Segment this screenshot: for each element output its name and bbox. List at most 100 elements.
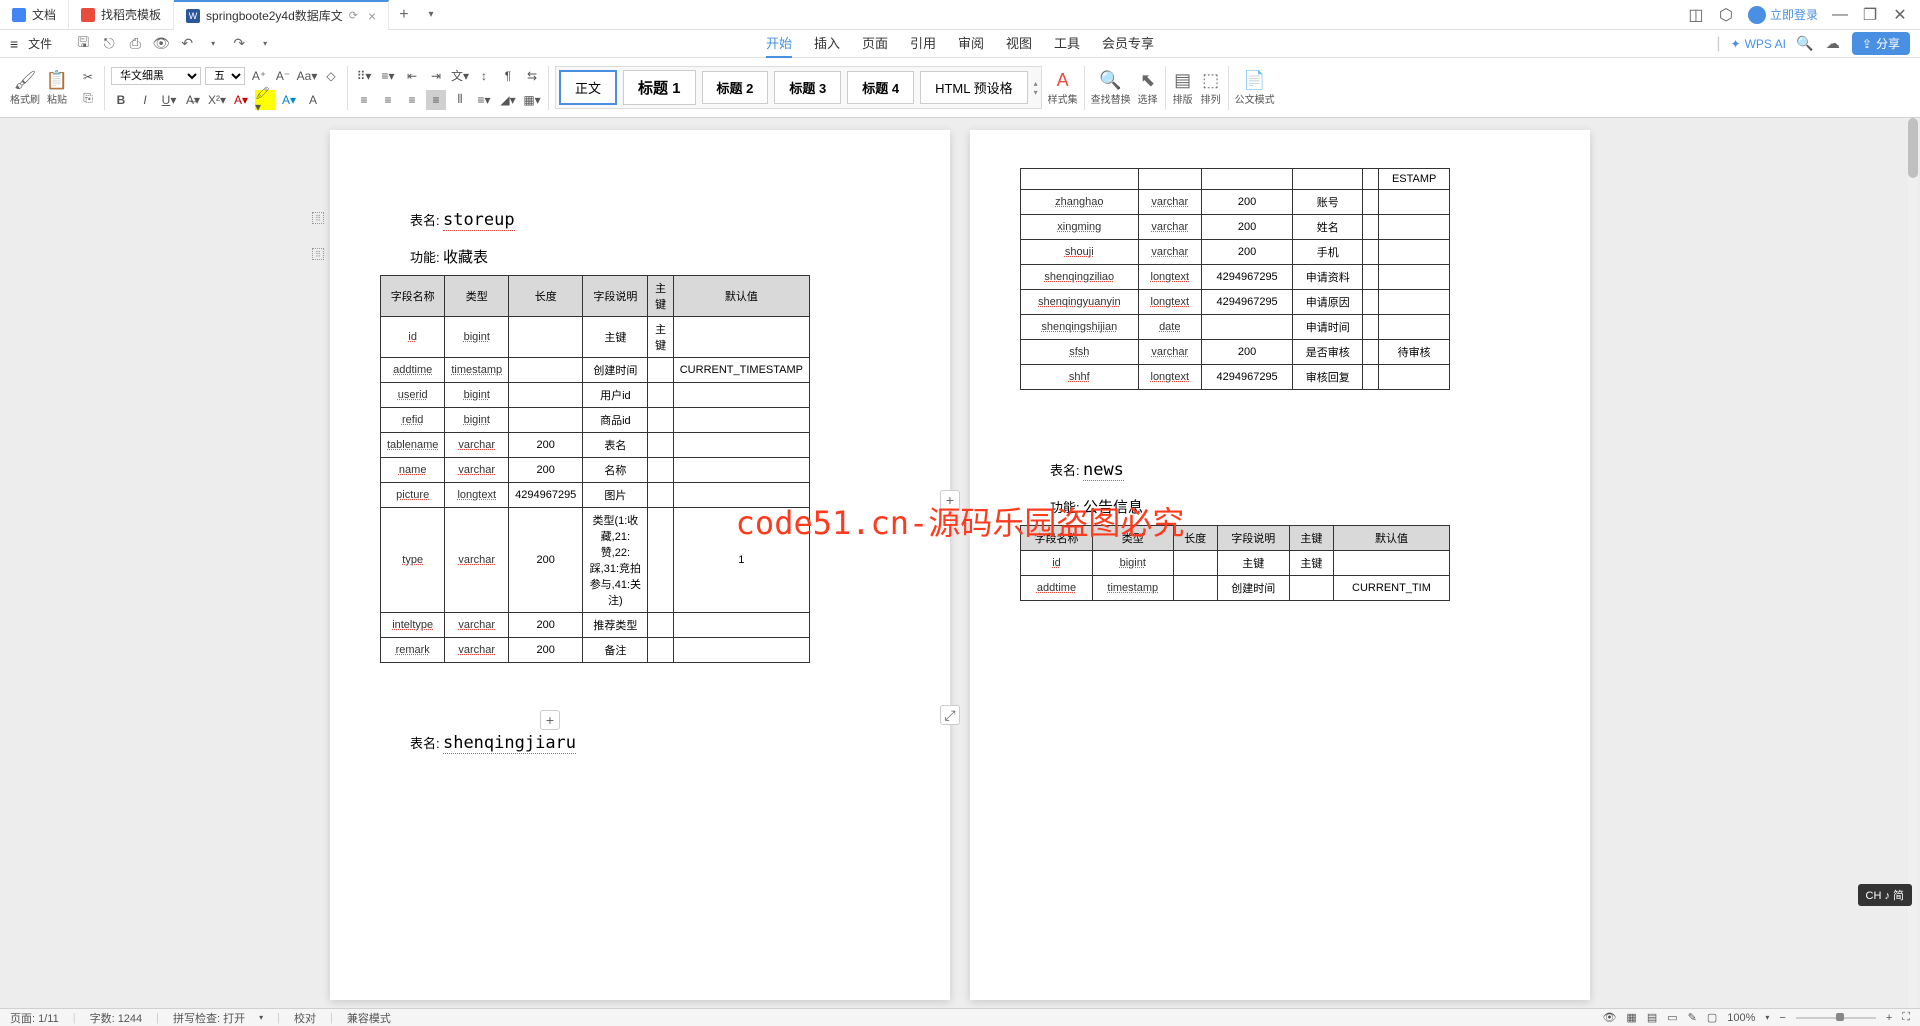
table-cell[interactable] <box>1363 290 1379 315</box>
table-cell[interactable] <box>648 433 673 458</box>
table-cell[interactable] <box>648 638 673 663</box>
view-mode-2-icon[interactable]: ▤ <box>1647 1011 1657 1024</box>
table-row[interactable]: shenqingyuanyinlongtext4294967295申请原因 <box>1021 290 1450 315</box>
increase-font-icon[interactable]: A⁺ <box>249 66 269 86</box>
table-cell[interactable]: picture <box>381 483 445 508</box>
table-cell[interactable] <box>673 483 809 508</box>
table-row[interactable]: idbigint主键主键 <box>381 317 810 358</box>
table-cell[interactable]: shenqingshijian <box>1021 315 1139 340</box>
menu-tab-tools[interactable]: 工具 <box>1054 29 1080 58</box>
redo-dropdown[interactable]: ▾ <box>256 35 274 53</box>
table-cell[interactable]: 申请资料 <box>1293 265 1363 290</box>
minimize-button[interactable]: — <box>1832 7 1848 23</box>
table-cell[interactable]: varchar <box>445 613 509 638</box>
vertical-scrollbar[interactable] <box>1908 118 1918 1008</box>
preview-icon[interactable]: 👁 <box>152 35 170 53</box>
table-cell[interactable]: shouji <box>1021 240 1139 265</box>
tab-icon[interactable]: ⇆ <box>522 66 542 86</box>
paste-button[interactable]: 📋 粘贴 <box>46 69 68 106</box>
table-cell[interactable]: 手机 <box>1293 240 1363 265</box>
style-h4[interactable]: 标题 4 <box>847 71 914 104</box>
table-cell[interactable]: 是否审核 <box>1293 340 1363 365</box>
table-cell[interactable] <box>1379 315 1450 340</box>
table-cell[interactable]: shenqingziliao <box>1021 265 1139 290</box>
table-cell[interactable] <box>1138 169 1201 190</box>
db-table-storeup[interactable]: 字段名称类型长度字段说明主键默认值idbigint主键主键addtimetime… <box>380 275 810 663</box>
table-cell[interactable] <box>648 613 673 638</box>
table-cell[interactable]: 账号 <box>1293 190 1363 215</box>
table-cell[interactable]: longtext <box>1138 290 1201 315</box>
table-cell[interactable] <box>1379 365 1450 390</box>
style-h1[interactable]: 标题 1 <box>623 70 696 105</box>
table-cell[interactable] <box>1363 215 1379 240</box>
view-mode-4-icon[interactable]: ✎ <box>1688 1011 1697 1024</box>
table-cell[interactable]: 200 <box>1201 190 1292 215</box>
wps-ai-button[interactable]: ✦ WPS AI <box>1731 37 1786 51</box>
find-replace-button[interactable]: 🔍 查找替换 <box>1091 69 1131 106</box>
table-cell[interactable]: 名称 <box>583 458 648 483</box>
table-row[interactable]: namevarchar200名称 <box>381 458 810 483</box>
undo-dropdown[interactable]: ▾ <box>204 35 222 53</box>
table-cell[interactable]: 创建时间 <box>583 358 648 383</box>
style-h3[interactable]: 标题 3 <box>774 71 841 104</box>
table-cell[interactable]: 备注 <box>583 638 648 663</box>
undo-icon[interactable]: ↶ <box>178 35 196 53</box>
table-row[interactable]: shenqingziliaolongtext4294967295申请资料 <box>1021 265 1450 290</box>
table-row[interactable]: addtimetimestamp创建时间CURRENT_TIM <box>1021 576 1450 601</box>
tab-current-doc[interactable]: W springboote2y4d数据库文 ⟳ × <box>174 0 389 30</box>
table-cell[interactable] <box>1363 190 1379 215</box>
table-row[interactable]: tablenamevarchar200表名 <box>381 433 810 458</box>
text-direction-icon[interactable]: 文▾ <box>450 66 470 86</box>
table-cell[interactable]: bigint <box>445 408 509 433</box>
table-cell[interactable]: 1 <box>673 508 809 613</box>
bold-button[interactable]: B <box>111 90 131 110</box>
table-cell[interactable]: varchar <box>445 638 509 663</box>
table-row[interactable]: useridbigint用户id <box>381 383 810 408</box>
scrollbar-thumb[interactable] <box>1908 118 1918 178</box>
table-cell[interactable]: addtime <box>381 358 445 383</box>
increase-indent-icon[interactable]: ⇥ <box>426 66 446 86</box>
table-cell[interactable] <box>648 408 673 433</box>
menu-tab-review[interactable]: 审阅 <box>958 29 984 58</box>
table-cell[interactable] <box>1379 215 1450 240</box>
login-button[interactable]: 立即登录 <box>1748 6 1818 24</box>
view-mode-5-icon[interactable]: ▢ <box>1707 1011 1717 1024</box>
menu-tab-member[interactable]: 会员专享 <box>1102 29 1154 58</box>
table-cell[interactable]: type <box>381 508 445 613</box>
table-cell[interactable]: varchar <box>1138 215 1201 240</box>
table-cell[interactable]: 200 <box>509 508 583 613</box>
table-row[interactable]: xingmingvarchar200姓名 <box>1021 215 1450 240</box>
table-row[interactable]: sfshvarchar200是否审核待审核 <box>1021 340 1450 365</box>
table-row[interactable]: typevarchar200类型(1:收藏,21:赞,22:踩,31:竞拍参与,… <box>381 508 810 613</box>
word-count[interactable]: 字数: 1244 <box>90 1010 143 1026</box>
table-cell[interactable]: 200 <box>509 613 583 638</box>
table-row[interactable]: shenqingshijiandate申请时间 <box>1021 315 1450 340</box>
table-cell[interactable] <box>509 408 583 433</box>
add-row-button[interactable]: + <box>540 710 560 730</box>
font-size-select[interactable]: 五号 <box>205 67 245 85</box>
close-button[interactable]: ✕ <box>1892 7 1908 23</box>
spellcheck-status[interactable]: 拼写检查: 打开 <box>173 1010 245 1026</box>
table-cell[interactable]: 类型(1:收藏,21:赞,22:踩,31:竞拍参与,41:关注) <box>583 508 648 613</box>
table-cell[interactable]: 推荐类型 <box>583 613 648 638</box>
table-cell[interactable]: userid <box>381 383 445 408</box>
table-cell[interactable] <box>1333 551 1449 576</box>
border-icon[interactable]: ▦▾ <box>522 90 542 110</box>
view-mode-3-icon[interactable]: ▭ <box>1667 1011 1677 1024</box>
table-row[interactable]: shoujivarchar200手机 <box>1021 240 1450 265</box>
link-icon[interactable]: ⎋ <box>100 35 118 53</box>
style-set-button[interactable]: A 样式集 <box>1048 69 1078 106</box>
table-cell[interactable] <box>509 317 583 358</box>
table-cell[interactable]: 主键 <box>583 317 648 358</box>
table-cell[interactable] <box>1363 169 1379 190</box>
align-right-icon[interactable]: ≡ <box>402 90 422 110</box>
table-cell[interactable]: shenqingyuanyin <box>1021 290 1139 315</box>
align-justify-icon[interactable]: ≡ <box>426 90 446 110</box>
arrange-button[interactable]: ⬚ 排列 <box>1200 69 1222 106</box>
table-cell[interactable] <box>1379 240 1450 265</box>
official-mode-button[interactable]: 📄 公文模式 <box>1235 69 1275 106</box>
number-list-icon[interactable]: ≡▾ <box>378 66 398 86</box>
tab-restore-icon[interactable]: ⟳ <box>349 9 358 22</box>
table-cell[interactable]: varchar <box>445 433 509 458</box>
hamburger-icon[interactable]: ≡ <box>10 36 18 52</box>
